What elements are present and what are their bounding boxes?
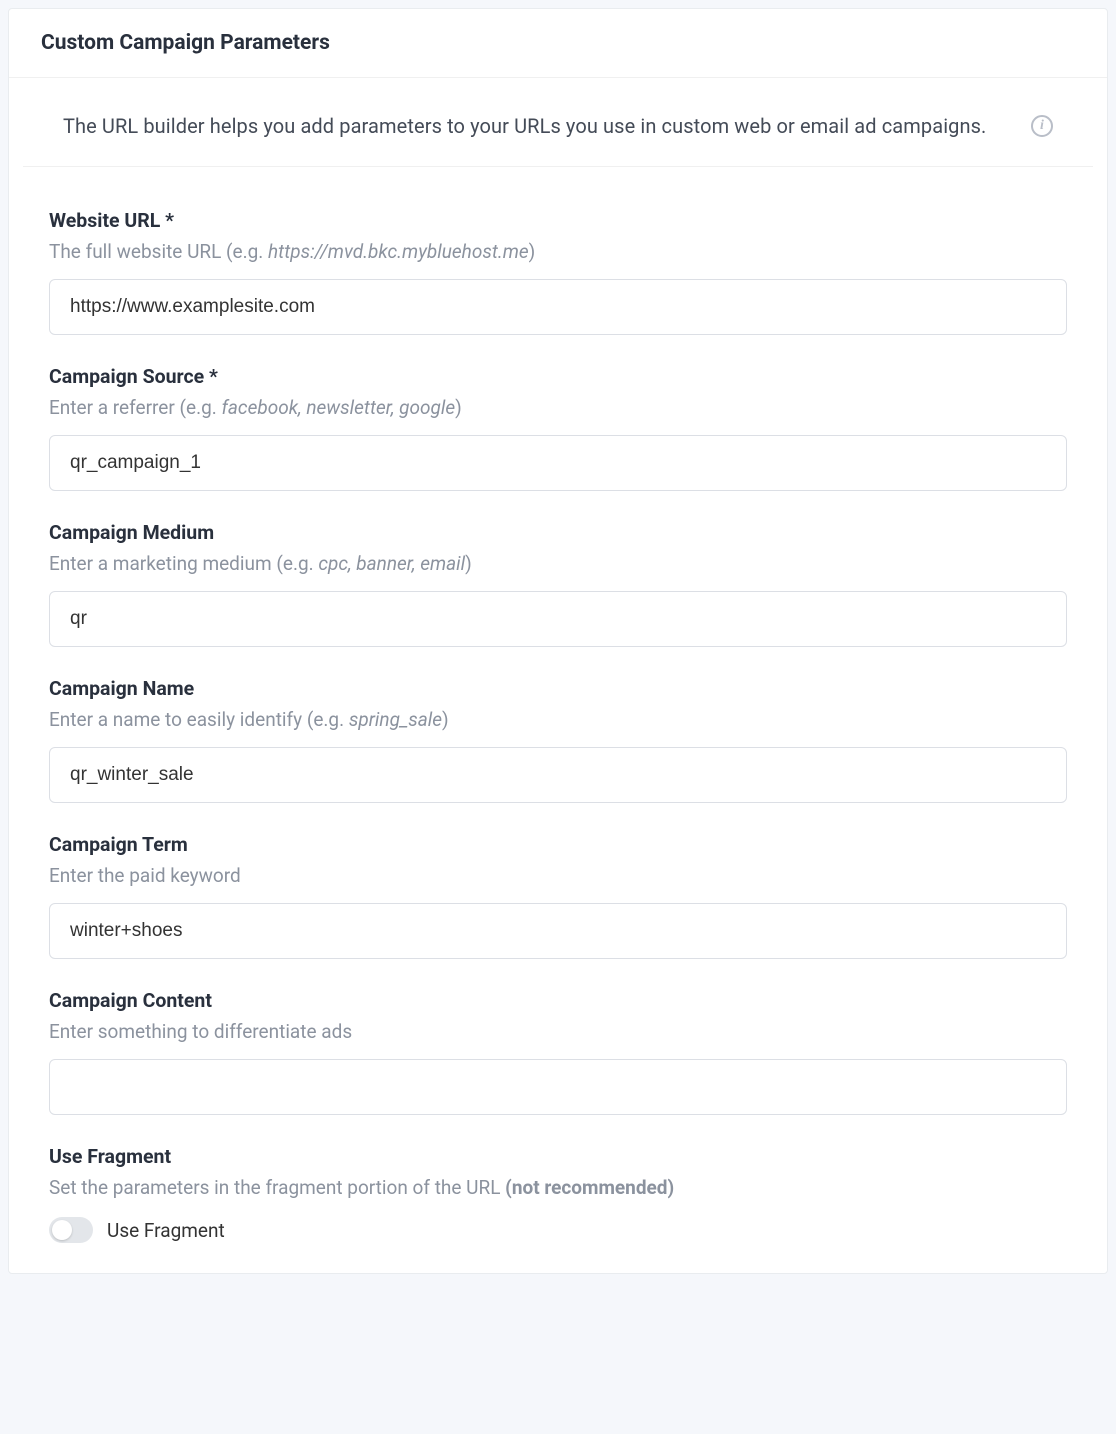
help-text: Enter a marketing medium (e.g. — [49, 552, 318, 575]
campaign-source-input[interactable] — [49, 435, 1067, 491]
campaign-medium-help: Enter a marketing medium (e.g. cpc, bann… — [49, 552, 1067, 575]
campaign-name-input[interactable] — [49, 747, 1067, 803]
intro-row: The URL builder helps you add parameters… — [23, 78, 1093, 167]
campaign-name-label: Campaign Name — [49, 677, 1067, 700]
help-example: facebook, newsletter, google — [221, 396, 455, 419]
form-body: Website URL * The full website URL (e.g.… — [9, 167, 1107, 1273]
field-use-fragment: Use Fragment Set the parameters in the f… — [49, 1145, 1067, 1243]
help-example: https://mvd.bkc.mybluehost.me — [268, 240, 529, 263]
field-website-url: Website URL * The full website URL (e.g.… — [49, 209, 1067, 335]
use-fragment-toggle-label: Use Fragment — [107, 1219, 225, 1242]
help-tail: ) — [455, 396, 462, 419]
campaign-content-help: Enter something to differentiate ads — [49, 1020, 1067, 1043]
website-url-label: Website URL * — [49, 209, 1067, 232]
help-tail: ) — [529, 240, 536, 263]
field-campaign-term: Campaign Term Enter the paid keyword — [49, 833, 1067, 959]
info-icon[interactable]: i — [1031, 115, 1053, 137]
help-text: Set the parameters in the fragment porti… — [49, 1176, 505, 1199]
help-example: spring_sale — [349, 708, 442, 731]
help-example: cpc, banner, email — [318, 552, 465, 575]
campaign-content-input[interactable] — [49, 1059, 1067, 1115]
panel-title: Custom Campaign Parameters — [41, 31, 1075, 55]
campaign-term-label: Campaign Term — [49, 833, 1067, 856]
field-campaign-source: Campaign Source * Enter a referrer (e.g.… — [49, 365, 1067, 491]
campaign-source-label: Campaign Source * — [49, 365, 1067, 388]
campaign-content-label: Campaign Content — [49, 989, 1067, 1012]
website-url-input[interactable] — [49, 279, 1067, 335]
use-fragment-toggle-row: Use Fragment — [49, 1217, 1067, 1243]
campaign-medium-label: Campaign Medium — [49, 521, 1067, 544]
help-tail: ) — [442, 708, 449, 731]
help-bold: (not recommended) — [505, 1176, 674, 1199]
field-campaign-medium: Campaign Medium Enter a marketing medium… — [49, 521, 1067, 647]
panel-header: Custom Campaign Parameters — [9, 9, 1107, 78]
help-text: Enter something to differentiate ads — [49, 1020, 352, 1043]
website-url-help: The full website URL (e.g. https://mvd.b… — [49, 240, 1067, 263]
campaign-source-help: Enter a referrer (e.g. facebook, newslet… — [49, 396, 1067, 419]
intro-text: The URL builder helps you add parameters… — [63, 114, 986, 138]
use-fragment-label: Use Fragment — [49, 1145, 1067, 1168]
toggle-knob-icon — [52, 1220, 72, 1240]
campaign-term-help: Enter the paid keyword — [49, 864, 1067, 887]
campaign-name-help: Enter a name to easily identify (e.g. sp… — [49, 708, 1067, 731]
use-fragment-toggle[interactable] — [49, 1217, 93, 1243]
campaign-medium-input[interactable] — [49, 591, 1067, 647]
use-fragment-help: Set the parameters in the fragment porti… — [49, 1176, 1067, 1199]
help-text: Enter a referrer (e.g. — [49, 396, 221, 419]
field-campaign-name: Campaign Name Enter a name to easily ide… — [49, 677, 1067, 803]
custom-campaign-panel: Custom Campaign Parameters The URL build… — [8, 8, 1108, 1274]
help-text: Enter the paid keyword — [49, 864, 241, 887]
help-text: The full website URL (e.g. — [49, 240, 268, 263]
help-text: Enter a name to easily identify (e.g. — [49, 708, 349, 731]
campaign-term-input[interactable] — [49, 903, 1067, 959]
help-tail: ) — [465, 552, 472, 575]
field-campaign-content: Campaign Content Enter something to diff… — [49, 989, 1067, 1115]
